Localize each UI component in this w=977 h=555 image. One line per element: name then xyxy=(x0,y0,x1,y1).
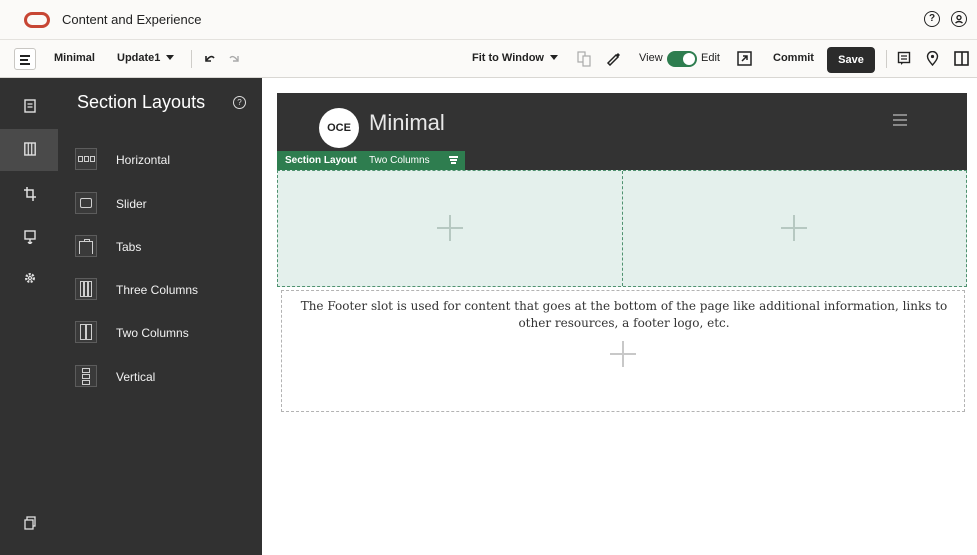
layout-label: Tabs xyxy=(116,240,142,254)
rail-item-pages[interactable] xyxy=(0,86,58,128)
section-tag-value: Two Columns xyxy=(369,155,430,166)
toolbar-divider xyxy=(886,50,887,68)
rail-item-layouts[interactable] xyxy=(0,129,58,171)
layout-label: Slider xyxy=(116,197,147,211)
undo-icon[interactable] xyxy=(202,52,216,66)
site-title: Minimal xyxy=(369,110,445,135)
layout-label: Vertical xyxy=(116,370,156,384)
panel-title: Section Layouts xyxy=(77,92,206,112)
footer-description: The Footer slot is used for content that… xyxy=(300,299,948,330)
site-name: Minimal xyxy=(54,52,95,64)
conversation-icon[interactable] xyxy=(897,51,911,66)
edit-label: Edit xyxy=(701,52,720,64)
three-columns-layout-icon xyxy=(75,278,97,300)
update-dropdown[interactable]: Update1 xyxy=(117,52,175,64)
columns-icon xyxy=(24,142,36,156)
crop-icon xyxy=(24,187,36,201)
component-icon xyxy=(24,230,36,244)
oce-logo: OCE xyxy=(319,108,359,148)
fit-label: Fit to Window xyxy=(472,52,544,64)
rail-item-crop[interactable] xyxy=(0,174,58,216)
column-left[interactable] xyxy=(278,171,623,286)
section-layout-tag[interactable]: Section Layout Two Columns xyxy=(277,151,465,170)
view-edit-toggle[interactable] xyxy=(667,51,697,67)
add-content-icon[interactable] xyxy=(437,215,463,241)
toolbar-divider xyxy=(191,50,192,68)
hamburger-menu-icon[interactable] xyxy=(893,114,907,126)
view-label: View xyxy=(639,52,663,64)
menu-toggle-button[interactable] xyxy=(14,48,36,70)
layout-item-slider[interactable]: Slider xyxy=(58,186,262,224)
section-tag-label: Section Layout xyxy=(285,155,357,166)
device-preview-icon[interactable] xyxy=(577,51,591,67)
update-name: Update1 xyxy=(117,52,161,64)
rail-item-assets[interactable] xyxy=(0,503,58,545)
section-layouts-panel: Section Layouts ? Horizontal Slider Tabs… xyxy=(58,78,262,555)
add-content-icon[interactable] xyxy=(781,215,807,241)
gear-icon xyxy=(25,273,35,283)
layout-label: Three Columns xyxy=(116,283,199,297)
layout-item-three-columns[interactable]: Three Columns xyxy=(58,272,262,310)
layout-item-two-columns[interactable]: Two Columns xyxy=(58,315,262,353)
layout-item-vertical[interactable]: Vertical xyxy=(58,359,262,397)
layout-item-horizontal[interactable]: Horizontal xyxy=(58,142,262,180)
user-profile-icon[interactable] xyxy=(951,11,967,27)
fit-dropdown[interactable]: Fit to Window xyxy=(472,52,558,64)
add-content-icon[interactable] xyxy=(610,341,636,367)
redo-icon[interactable] xyxy=(228,52,242,66)
horizontal-layout-icon xyxy=(75,148,97,170)
section-menu-icon[interactable] xyxy=(449,156,458,164)
column-right[interactable] xyxy=(624,171,966,286)
layout-label: Horizontal xyxy=(116,153,171,167)
chevron-down-icon xyxy=(550,55,558,60)
app-header: Content and Experience ? xyxy=(0,0,977,40)
two-columns-section[interactable] xyxy=(277,170,967,287)
rail-item-components[interactable] xyxy=(0,217,58,259)
page-icon xyxy=(24,99,36,113)
help-icon[interactable]: ? xyxy=(924,11,940,27)
tabs-layout-icon xyxy=(75,235,97,257)
slider-layout-icon xyxy=(75,192,97,214)
save-button[interactable]: Save xyxy=(827,47,875,73)
app-title: Content and Experience xyxy=(62,12,202,27)
commit-button[interactable]: Commit xyxy=(773,52,814,64)
side-panel-icon[interactable] xyxy=(954,51,969,66)
oracle-logo-icon xyxy=(24,12,50,28)
open-external-icon[interactable] xyxy=(737,51,752,66)
location-pin-icon[interactable] xyxy=(926,51,939,66)
stacked-pages-icon xyxy=(24,516,36,530)
annotate-icon[interactable] xyxy=(606,51,621,66)
vertical-layout-icon xyxy=(75,365,97,387)
chevron-down-icon xyxy=(166,55,175,60)
layout-label: Two Columns xyxy=(116,326,189,340)
rail-item-settings[interactable] xyxy=(0,258,58,300)
help-icon[interactable]: ? xyxy=(233,96,246,109)
layout-item-tabs[interactable]: Tabs xyxy=(58,229,262,267)
page-canvas: OCE Minimal Section Layout Two Columns T… xyxy=(262,78,977,555)
left-rail xyxy=(0,78,58,555)
two-columns-layout-icon xyxy=(75,321,97,343)
footer-slot[interactable]: The Footer slot is used for content that… xyxy=(281,290,965,412)
